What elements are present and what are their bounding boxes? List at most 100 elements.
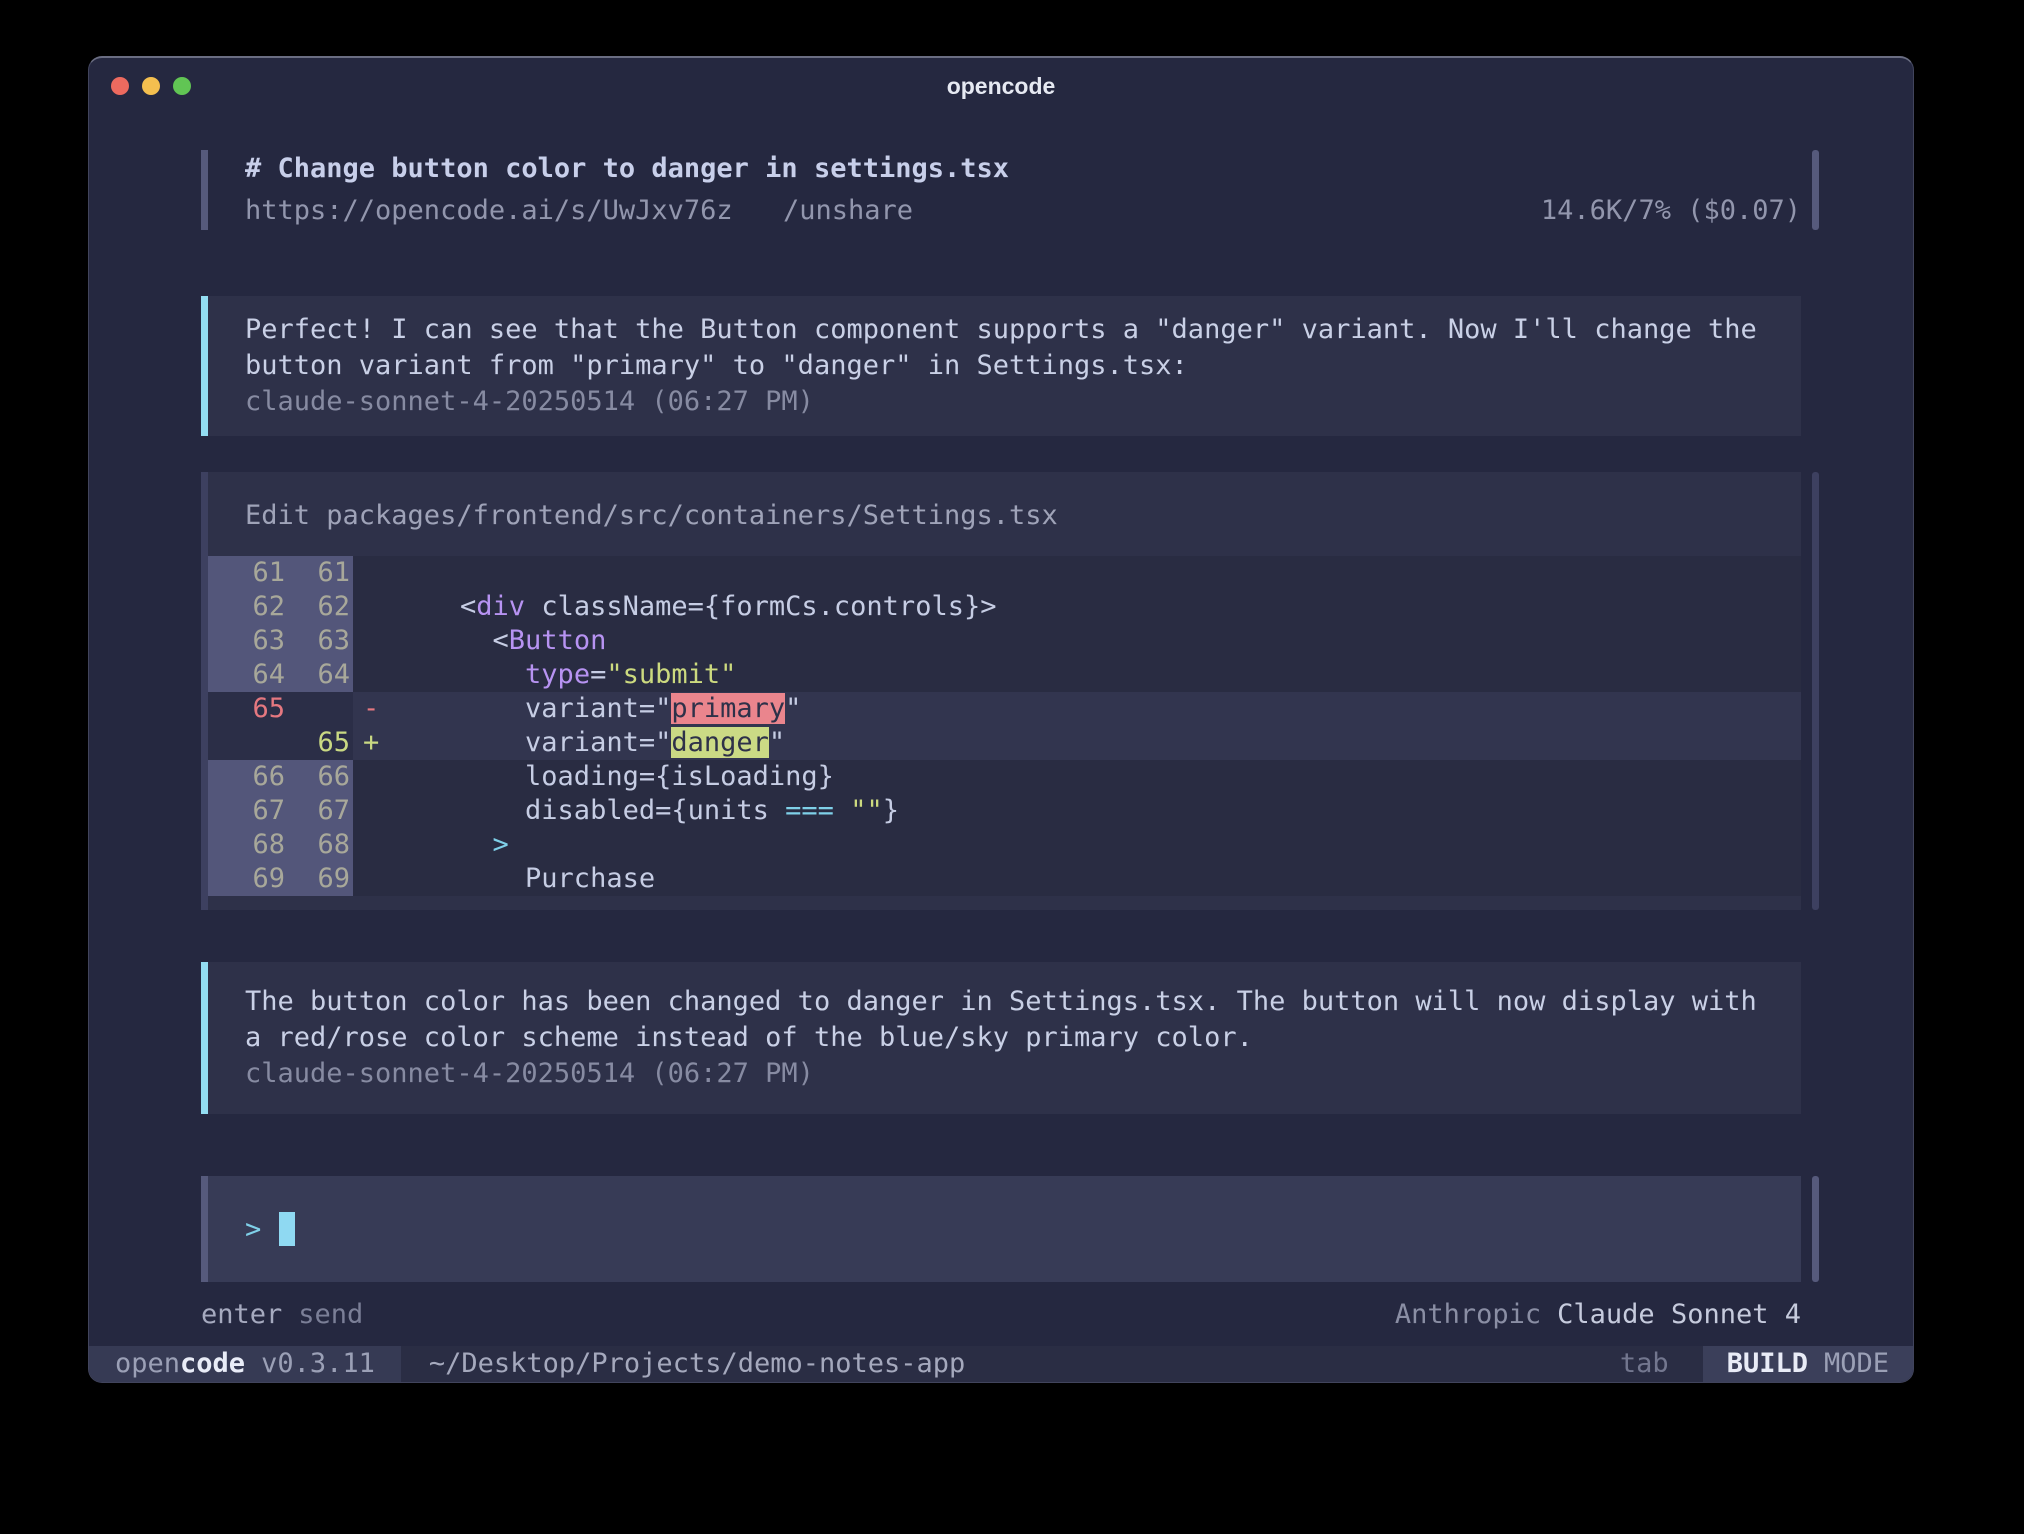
code-segment: primary — [671, 693, 785, 724]
assistant-message: The button color has been changed to dan… — [201, 962, 1801, 1114]
line-number-old: 67 — [208, 794, 285, 828]
diff-code-line — [353, 556, 1801, 590]
titlebar: opencode — [89, 58, 1913, 114]
diff-code-line: Purchase — [353, 862, 1801, 896]
app-version-chip: opencode v0.3.11 — [89, 1346, 401, 1382]
code-segment — [395, 659, 525, 690]
screen: opencode # Change button color to danger… — [0, 0, 2024, 1534]
line-number-new: 66 — [285, 760, 350, 794]
header-right-bar — [1812, 150, 1819, 230]
session-header: # Change button color to danger in setti… — [201, 150, 1801, 230]
diff-gutter: 6262 — [208, 590, 353, 624]
diff-rows: 61616262 <div className={formCs.controls… — [208, 556, 1801, 896]
line-number-new — [285, 692, 350, 726]
send-action-hint: send — [298, 1299, 363, 1330]
diff-row: 6868 > — [208, 828, 1801, 862]
diff-code-line: type="submit" — [353, 658, 1801, 692]
diff-gutter: 6868 — [208, 828, 353, 862]
code-segment: danger — [671, 727, 769, 758]
line-number-new: 61 — [285, 556, 350, 590]
diff-gutter: 6363 — [208, 624, 353, 658]
working-directory: ~/Desktop/Projects/demo-notes-app — [429, 1346, 965, 1382]
share-url-group: https://opencode.ai/s/UwJxv76z /unshare — [245, 192, 913, 230]
assistant-message-text: The button color has been changed to dan… — [245, 984, 1761, 1056]
diff-code-line: - variant="primary" — [353, 692, 1801, 726]
line-number-old: 68 — [208, 828, 285, 862]
unshare-command[interactable]: /unshare — [783, 195, 913, 226]
diff-code-line: loading={isLoading} — [353, 760, 1801, 794]
app-name-code: code — [180, 1346, 245, 1382]
code-segment: "" — [850, 795, 883, 826]
line-number-old: 64 — [208, 658, 285, 692]
code-segment: "submit" — [606, 659, 736, 690]
mode-label: MODE — [1824, 1346, 1889, 1382]
prompt-right-bar — [1812, 1176, 1819, 1282]
diff-gutter: 65 — [208, 692, 353, 726]
code-segment: < — [395, 625, 509, 656]
code-segment: } — [883, 795, 899, 826]
diff-gutter: 6666 — [208, 760, 353, 794]
code-segment: = — [590, 659, 606, 690]
code-segment: > — [493, 829, 509, 860]
diff-row: 6767 disabled={units === ""} — [208, 794, 1801, 828]
line-number-old: 65 — [208, 692, 285, 726]
assistant-message: Perfect! I can see that the Button compo… — [201, 296, 1801, 436]
prompt-input[interactable]: > — [201, 1176, 1801, 1282]
diff-row: 6666 loading={isLoading} — [208, 760, 1801, 794]
line-number-new: 64 — [285, 658, 350, 692]
line-number-new: 69 — [285, 862, 350, 896]
line-number-new: 65 — [285, 726, 350, 760]
diff-row: 65 - variant="primary" — [208, 692, 1801, 726]
code-segment: variant=" — [395, 727, 671, 758]
status-bar: opencode v0.3.11 ~/Desktop/Projects/demo… — [89, 1346, 1913, 1382]
assistant-message-text: Perfect! I can see that the Button compo… — [245, 312, 1761, 384]
line-number-new: 67 — [285, 794, 350, 828]
code-segment: Purchase — [395, 863, 655, 894]
code-segment: variant=" — [395, 693, 671, 724]
diff-gutter: 65 — [208, 726, 353, 760]
line-number-old — [208, 726, 285, 760]
diff-row: 6969 Purchase — [208, 862, 1801, 896]
diff-gutter: 6464 — [208, 658, 353, 692]
line-number-old: 63 — [208, 624, 285, 658]
diff-title: Edit packages/frontend/src/containers/Se… — [208, 472, 1801, 556]
code-segment: type — [525, 659, 590, 690]
code-segment: === — [785, 795, 834, 826]
code-segment: loading={isLoading} — [395, 761, 834, 792]
session-title: # Change button color to danger in setti… — [245, 150, 1801, 188]
code-segment: className={formCs.controls}> — [525, 591, 996, 622]
app-version: v0.3.11 — [261, 1346, 375, 1382]
diff-code-line: <Button — [353, 624, 1801, 658]
line-number-old: 61 — [208, 556, 285, 590]
line-number-old: 62 — [208, 590, 285, 624]
diff-row: 65+ variant="danger" — [208, 726, 1801, 760]
diff-scrollbar — [1812, 472, 1819, 910]
edit-diff-block: Edit packages/frontend/src/containers/Se… — [201, 472, 1801, 910]
prompt-symbol: > — [245, 1214, 261, 1245]
mode-chip[interactable]: BUILDMODE — [1703, 1346, 1913, 1382]
line-number-old: 66 — [208, 760, 285, 794]
line-number-old: 69 — [208, 862, 285, 896]
code-segment — [395, 829, 493, 860]
diff-code-line: + variant="danger" — [353, 726, 1801, 760]
line-number-new: 68 — [285, 828, 350, 862]
model-indicator: AnthropicClaude Sonnet 4 — [1395, 1298, 1801, 1331]
diff-row: 6161 — [208, 556, 1801, 590]
diff-marker: - — [363, 692, 379, 726]
tab-key-hint: tab — [1620, 1346, 1669, 1382]
assistant-message-meta: claude-sonnet-4-20250514 (06:27 PM) — [245, 1056, 1761, 1092]
diff-marker: + — [363, 726, 379, 760]
code-segment: Button — [509, 625, 607, 656]
help-row: entersend AnthropicClaude Sonnet 4 — [201, 1298, 1801, 1331]
diff-code-line: > — [353, 828, 1801, 862]
provider-name: Anthropic — [1395, 1299, 1541, 1330]
code-segment: div — [476, 591, 525, 622]
code-segment: " — [785, 693, 801, 724]
token-usage: 14.6K/7% ($0.07) — [1541, 192, 1801, 230]
share-url[interactable]: https://opencode.ai/s/UwJxv76z — [245, 195, 733, 226]
diff-row: 6363 <Button — [208, 624, 1801, 658]
diff-row: 6262 <div className={formCs.controls}> — [208, 590, 1801, 624]
code-segment: " — [769, 727, 785, 758]
assistant-message-meta: claude-sonnet-4-20250514 (06:27 PM) — [245, 384, 1761, 420]
line-number-new: 62 — [285, 590, 350, 624]
